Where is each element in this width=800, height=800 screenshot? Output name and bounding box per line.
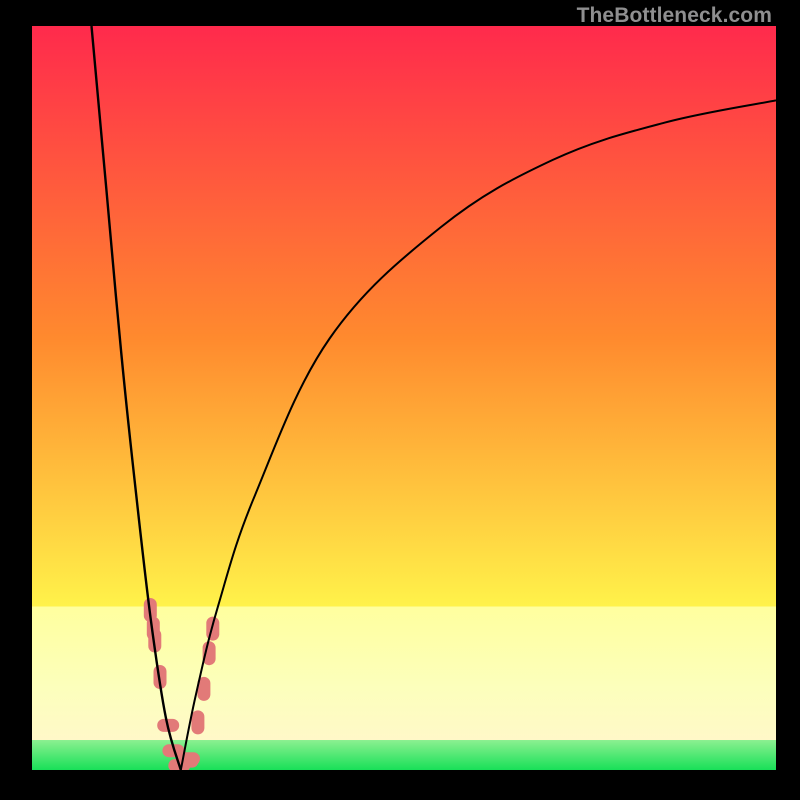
data-marker — [191, 710, 204, 734]
plot-area — [32, 26, 776, 770]
watermark-text: TheBottleneck.com — [577, 4, 772, 28]
curve-left-branch — [92, 26, 181, 770]
marker-layer — [144, 598, 220, 770]
curve-right-branch — [181, 100, 776, 770]
chart-frame: TheBottleneck.com — [0, 0, 800, 800]
curve-overlay — [32, 26, 776, 770]
